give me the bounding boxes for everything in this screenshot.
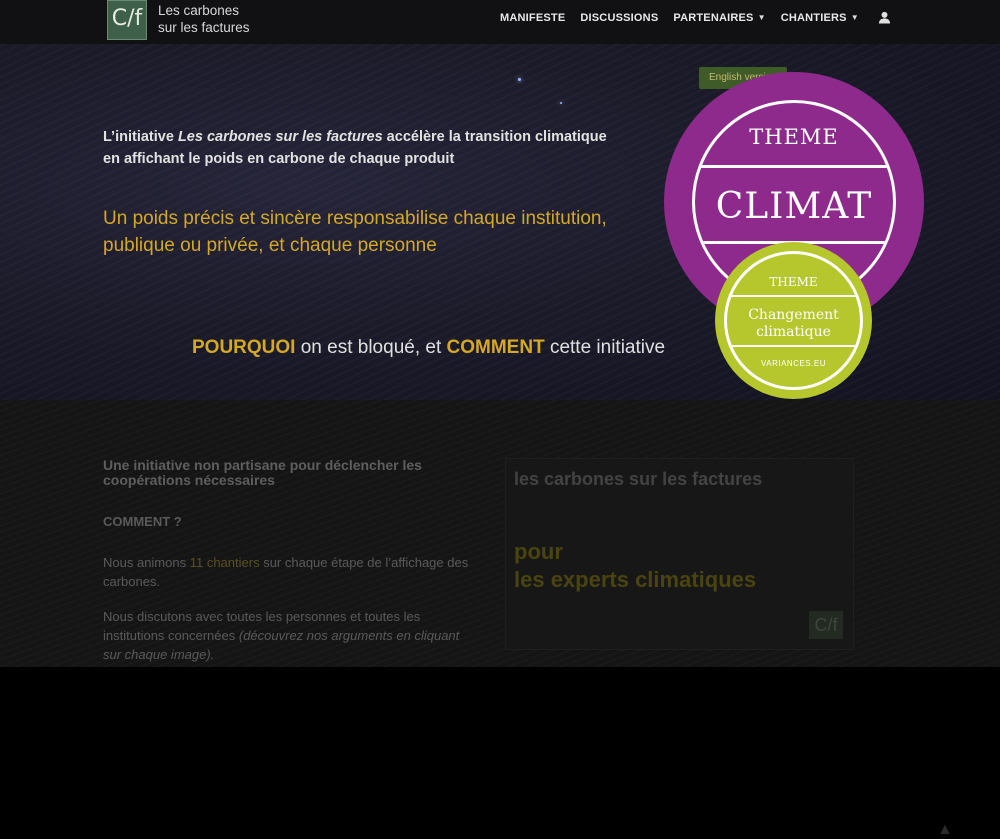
menu-item-label: DISCUSSIONS: [580, 11, 659, 24]
chevron-down-icon: ▼: [850, 13, 859, 22]
intro-pre: L’initiative: [103, 129, 178, 145]
chevron-down-icon: ▼: [757, 13, 766, 22]
intro-text: L’initiative Les carbones sur les factur…: [103, 126, 623, 170]
badge-title: CLIMAT: [715, 186, 873, 227]
chantiers-link[interactable]: 11 chantiers: [190, 555, 260, 570]
menu-item-partenaires[interactable]: PARTENAIRES ▼: [673, 12, 765, 24]
question-end: cette initiative: [544, 337, 666, 358]
question-pourquoi: POURQUOI: [192, 337, 296, 358]
main-menu: MANIFESTE DISCUSSIONS PARTENAIRES ▼ CHAN…: [500, 11, 891, 24]
lower-paragraph-2: Nous discutons avec toutes les personnes…: [103, 607, 473, 664]
hero-subline: Un poids précis et sincère responsabilis…: [103, 208, 607, 256]
theme-changement-badge: THEME Changement climatique VARIANCES.EU: [715, 242, 872, 399]
menu-item-label: PARTENAIRES: [673, 11, 754, 24]
badge-ring: THEME Changement climatique VARIANCES.EU: [724, 251, 863, 390]
site-name[interactable]: Les carbones sur les factures: [158, 2, 250, 36]
menu-item-label: CHANTIERS: [780, 11, 847, 24]
promo-experts: les experts climatiques: [514, 567, 757, 592]
intro-emphasis: Les carbones sur les factures: [177, 129, 383, 145]
site-name-line1: Les carbones: [158, 3, 240, 18]
menu-item-manifeste[interactable]: MANIFESTE: [500, 12, 565, 24]
badge-theme-label: THEME: [749, 125, 839, 149]
menu-item-label: MANIFESTE: [500, 11, 566, 24]
comment-heading: COMMENT ?: [103, 514, 182, 529]
p1-pre: Nous animons: [103, 555, 190, 570]
lower-text-column: Une initiative non partisane pour déclen…: [103, 458, 473, 680]
question-mid: on est bloqué, et: [295, 337, 447, 358]
user-icon[interactable]: [878, 11, 891, 24]
site-name-line2: sur les factures: [158, 20, 250, 35]
lower-heading: Une initiative non partisane pour déclen…: [103, 457, 422, 488]
site-logo[interactable]: C/f: [107, 0, 147, 40]
promo-pour: pour: [514, 539, 563, 564]
promo-logo: C/f: [809, 611, 843, 639]
badge-band: [727, 295, 860, 297]
badge-band: [695, 165, 893, 168]
hero-question: POURQUOI on est bloqué, et COMMENT cette…: [192, 337, 665, 359]
back-to-top-icon[interactable]: ▲: [937, 821, 953, 839]
promo-image[interactable]: les carbones sur les factures pour les e…: [505, 458, 854, 650]
top-navbar: C/f Les carbones sur les factures MANIFE…: [0, 0, 1000, 44]
badge-title-line1: Changement: [748, 307, 839, 323]
question-comment: COMMENT: [446, 337, 545, 358]
menu-item-chantiers[interactable]: CHANTIERS ▼: [781, 12, 859, 24]
promo-title: les carbones sur les factures: [514, 469, 763, 489]
badge-theme-label: THEME: [769, 275, 818, 289]
badge-site: VARIANCES.EU: [761, 359, 826, 368]
lower-paragraph-1: Nous animons 11 chantiers sur chaque éta…: [103, 553, 473, 591]
menu-item-discussions[interactable]: DISCUSSIONS: [580, 12, 658, 24]
badge-band: [727, 345, 860, 347]
badge-title-line2: climatique: [756, 324, 831, 340]
star-dot: [518, 78, 521, 81]
star-dot: [560, 102, 562, 104]
